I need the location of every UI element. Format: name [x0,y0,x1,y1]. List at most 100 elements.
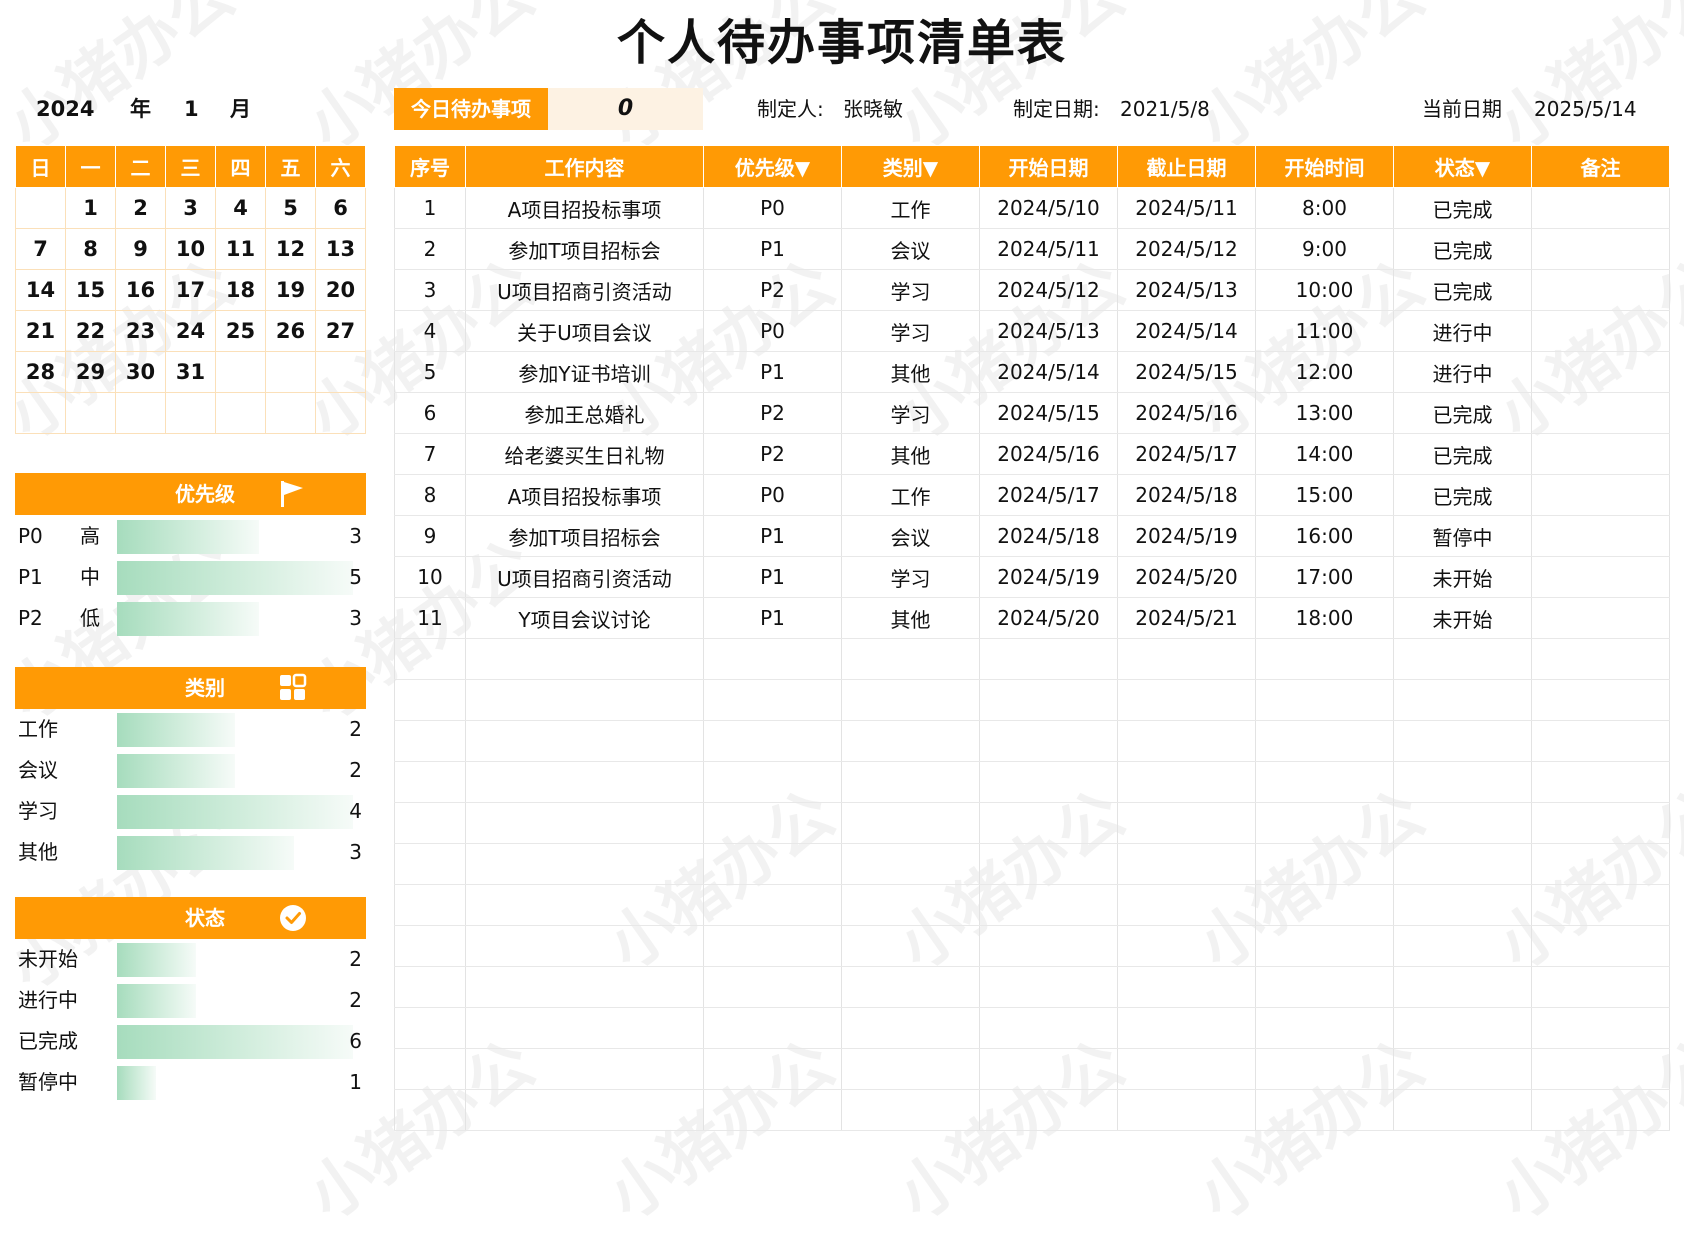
table-cell[interactable]: 2024/5/12 [979,269,1118,311]
table-cell[interactable]: 5 [394,351,466,393]
calendar-day[interactable] [215,351,266,393]
creator-value[interactable]: 张晓敏 [843,88,903,130]
table-cell[interactable] [1531,474,1670,516]
table-cell[interactable]: 13:00 [1255,392,1394,434]
table-cell[interactable] [979,884,1118,926]
table-cell[interactable] [703,1007,842,1049]
calendar-day[interactable] [265,392,316,434]
table-cell[interactable]: A项目招投标事项 [465,187,704,229]
table-cell[interactable] [1117,884,1256,926]
table-cell[interactable] [465,1089,704,1131]
table-cell[interactable] [1117,720,1256,762]
calendar-day[interactable]: 15 [65,269,116,311]
table-cell[interactable] [1531,187,1670,229]
table-cell[interactable]: 12:00 [1255,351,1394,393]
table-cell[interactable] [979,1007,1118,1049]
table-cell[interactable]: U项目招商引资活动 [465,556,704,598]
table-cell[interactable] [1531,1048,1670,1090]
table-cell[interactable] [1531,843,1670,885]
table-cell[interactable] [703,720,842,762]
table-cell[interactable]: 参加T项目招标会 [465,228,704,270]
table-cell[interactable] [394,761,466,803]
year-value[interactable]: 2024 [36,88,94,130]
column-header[interactable]: 工作内容 [465,145,704,188]
table-cell[interactable] [979,638,1118,680]
table-cell[interactable]: 2024/5/18 [979,515,1118,557]
calendar-day[interactable]: 3 [165,187,216,229]
table-cell[interactable] [841,884,980,926]
table-cell[interactable]: P1 [703,556,842,598]
column-header[interactable]: 备注 [1531,145,1670,188]
table-cell[interactable]: 已完成 [1393,474,1532,516]
table-cell[interactable]: 2024/5/20 [979,597,1118,639]
table-cell[interactable]: 2024/5/14 [1117,310,1256,352]
calendar-day[interactable] [15,392,66,434]
table-cell[interactable]: 18:00 [1255,597,1394,639]
table-cell[interactable] [841,1048,980,1090]
table-cell[interactable]: 学习 [841,269,980,311]
table-cell[interactable] [465,1007,704,1049]
table-cell[interactable] [841,843,980,885]
table-cell[interactable] [1117,802,1256,844]
table-cell[interactable]: 6 [394,392,466,434]
table-cell[interactable] [394,1048,466,1090]
table-cell[interactable] [1531,392,1670,434]
calendar-day[interactable]: 9 [115,228,166,270]
calendar-day[interactable] [115,392,166,434]
calendar-day[interactable] [315,351,366,393]
table-cell[interactable] [979,925,1118,967]
table-cell[interactable] [1531,597,1670,639]
table-cell[interactable]: 其他 [841,597,980,639]
table-cell[interactable] [1117,638,1256,680]
table-cell[interactable]: 9 [394,515,466,557]
calendar-day[interactable]: 14 [15,269,66,311]
table-cell[interactable] [394,638,466,680]
table-cell[interactable]: 会议 [841,515,980,557]
table-cell[interactable] [465,761,704,803]
table-cell[interactable] [1531,310,1670,352]
table-cell[interactable] [465,1048,704,1090]
table-cell[interactable]: 2024/5/21 [1117,597,1256,639]
table-cell[interactable]: P1 [703,228,842,270]
table-cell[interactable] [979,802,1118,844]
table-cell[interactable] [841,802,980,844]
table-cell[interactable]: 2024/5/12 [1117,228,1256,270]
calendar-day[interactable]: 26 [265,310,316,352]
calendar-day[interactable]: 8 [65,228,116,270]
table-cell[interactable] [1531,1089,1670,1131]
table-cell[interactable] [394,720,466,762]
table-cell[interactable]: 15:00 [1255,474,1394,516]
calendar-day[interactable]: 19 [265,269,316,311]
table-cell[interactable] [1531,228,1670,270]
table-cell[interactable] [1393,925,1532,967]
table-cell[interactable] [703,638,842,680]
table-cell[interactable]: 2024/5/18 [1117,474,1256,516]
table-cell[interactable] [703,1089,842,1131]
calendar-day[interactable] [215,392,266,434]
calendar-day[interactable] [15,187,66,229]
table-cell[interactable]: 2024/5/13 [979,310,1118,352]
table-cell[interactable] [703,884,842,926]
table-cell[interactable] [1531,884,1670,926]
table-cell[interactable]: 已完成 [1393,187,1532,229]
table-cell[interactable] [703,966,842,1008]
table-cell[interactable]: P1 [703,597,842,639]
table-cell[interactable] [1531,351,1670,393]
calendar-day[interactable]: 30 [115,351,166,393]
table-cell[interactable]: Y项目会议讨论 [465,597,704,639]
table-cell[interactable] [1393,802,1532,844]
made-date-value[interactable]: 2021/5/8 [1120,88,1210,130]
table-cell[interactable] [465,884,704,926]
table-cell[interactable]: 2024/5/16 [979,433,1118,475]
calendar-day[interactable]: 7 [15,228,66,270]
table-cell[interactable] [394,802,466,844]
table-cell[interactable]: 2024/5/17 [1117,433,1256,475]
calendar-day[interactable]: 10 [165,228,216,270]
table-cell[interactable] [1531,679,1670,721]
table-cell[interactable]: 8 [394,474,466,516]
table-cell[interactable]: 2024/5/16 [1117,392,1256,434]
table-cell[interactable] [979,843,1118,885]
table-cell[interactable] [394,966,466,1008]
table-cell[interactable]: 17:00 [1255,556,1394,598]
table-cell[interactable] [1531,761,1670,803]
